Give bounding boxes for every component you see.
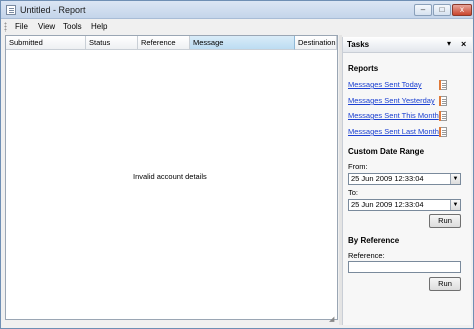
chevron-down-icon[interactable]: ▼ [450,174,460,184]
tasks-header: Tasks ▾ × [343,37,472,53]
reference-input[interactable] [348,261,461,273]
to-date-picker[interactable]: 25 Jun 2009 12:33:04 ▼ [348,199,461,211]
maximize-button[interactable]: □ [433,4,451,16]
chevron-down-icon[interactable]: ▾ [447,39,451,48]
title-bar[interactable]: Untitled - Report – □ x [1,1,473,19]
menu-help[interactable]: Help [91,22,107,31]
resize-grip-icon[interactable]: ◢ [329,315,337,323]
link-messages-sent-yesterday[interactable]: Messages Sent Yesterday [348,96,435,105]
report-doc-icon [439,111,447,121]
empty-list-message: Invalid account details [133,172,207,181]
window-title: Untitled - Report [20,5,86,15]
run-date-range-button[interactable]: Run [429,214,461,228]
custom-range-section-title: Custom Date Range [348,147,425,156]
report-doc-icon [439,127,447,137]
column-header-message[interactable]: Message [190,36,295,50]
chevron-down-icon[interactable]: ▼ [450,200,460,210]
reports-section-title: Reports [348,64,379,73]
column-header-submitted[interactable]: Submitted [6,36,86,50]
app-document-icon [6,5,16,15]
link-messages-sent-today[interactable]: Messages Sent Today [348,80,422,89]
report-doc-icon [439,80,447,90]
to-label: To: [348,188,359,197]
column-header-destination[interactable]: Destination [295,36,337,50]
close-button[interactable]: x [452,4,472,16]
column-header-status[interactable]: Status [86,36,138,50]
by-reference-section-title: By Reference [348,236,400,245]
report-window: Untitled - Report – □ x File View Tools … [0,0,474,329]
from-date-value: 25 Jun 2009 12:33:04 [351,174,424,183]
tasks-panel: Tasks ▾ × Reports Messages Sent Today Me… [342,37,472,325]
reference-label: Reference: [348,251,385,260]
message-list[interactable]: Submitted Status Reference Message Desti… [5,35,338,320]
run-reference-button[interactable]: Run [429,277,461,291]
menu-tools[interactable]: Tools [63,22,82,31]
menu-file[interactable]: File [15,22,28,31]
to-date-value: 25 Jun 2009 12:33:04 [351,200,424,209]
from-label: From: [348,162,368,171]
link-messages-sent-last-month[interactable]: Messages Sent Last Month [348,127,439,136]
minimize-button[interactable]: – [414,4,432,16]
toolbar-grip-icon[interactable] [4,22,7,32]
close-icon[interactable]: × [461,39,466,49]
tasks-title: Tasks [347,40,370,49]
column-header-reference[interactable]: Reference [138,36,190,50]
from-date-picker[interactable]: 25 Jun 2009 12:33:04 ▼ [348,173,461,185]
menu-bar: File View Tools Help [1,20,473,34]
link-messages-sent-this-month[interactable]: Messages Sent This Month [348,111,439,120]
menu-view[interactable]: View [38,22,55,31]
report-doc-icon [439,96,447,106]
